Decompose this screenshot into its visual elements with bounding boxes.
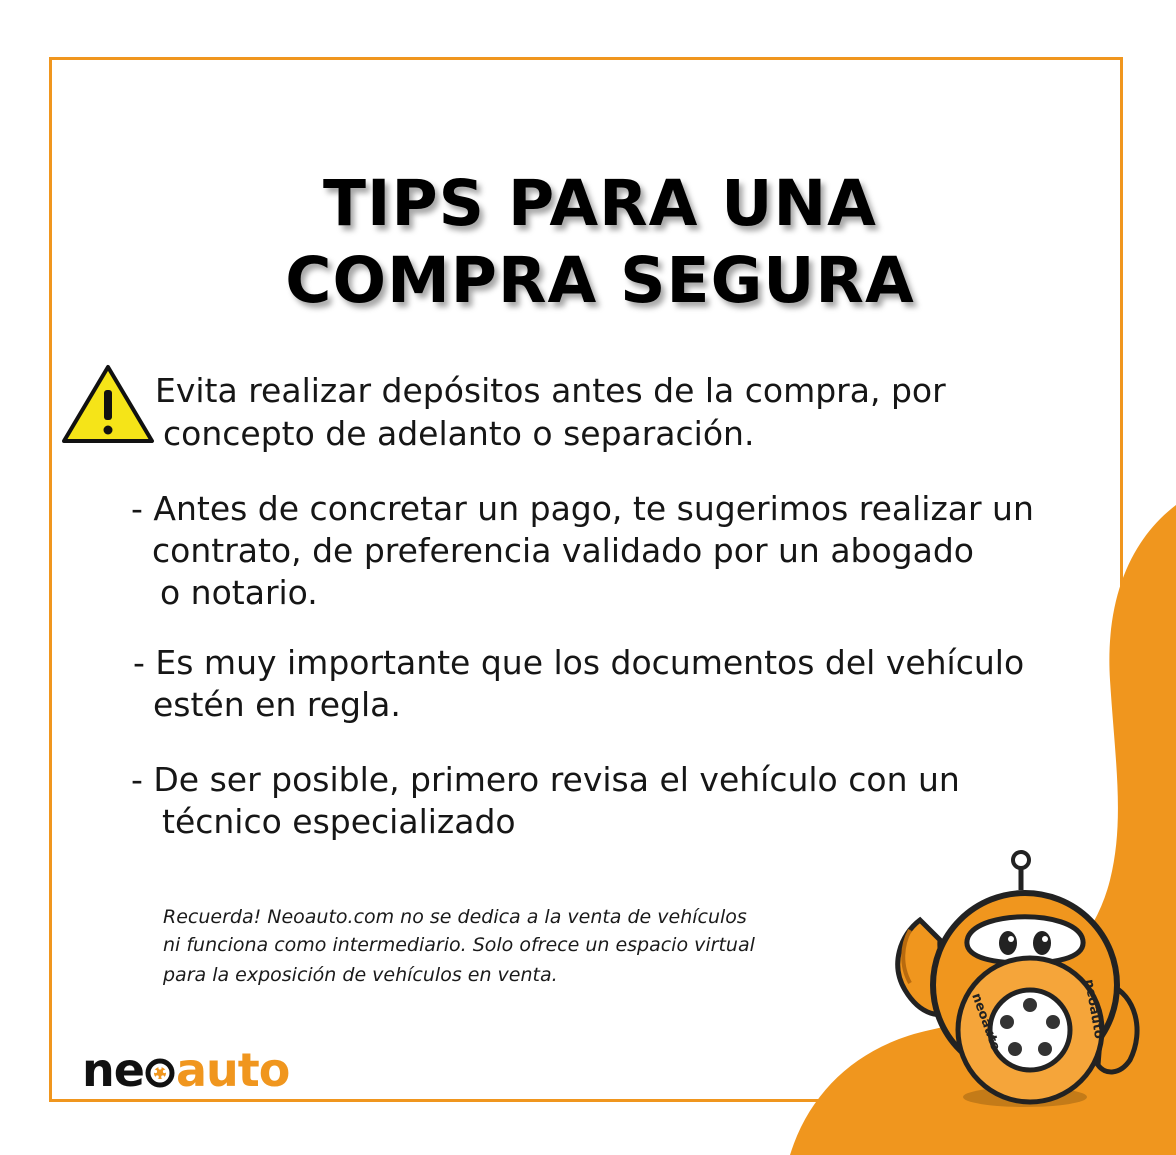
robot-mascot: neoauto neoauto <box>895 850 1140 1107</box>
tip-3-line2: estén en regla. <box>153 685 401 724</box>
disclaimer-line2: ni funciona como intermediario. Solo ofr… <box>163 934 755 956</box>
tip-2-line2: contrato, de preferencia validado por un… <box>152 531 974 570</box>
disclaimer-line3: para la exposición de vehículos en venta… <box>163 964 558 986</box>
neoauto-logo: ne auto <box>82 1040 290 1100</box>
page-title-line2: COMPRA SEGURA <box>285 244 915 317</box>
warning-triangle-icon <box>62 365 154 443</box>
tip-1-line1: Evita realizar depósitos antes de la com… <box>155 371 946 410</box>
tip-4-line2: técnico especializado <box>162 802 516 841</box>
tip-2-line1: - Antes de concretar un pago, te sugerim… <box>131 489 1034 528</box>
disclaimer-line1: Recuerda! Neoauto.com no se dedica a la … <box>163 906 747 928</box>
page-title-line1: TIPS PARA UNA <box>323 167 877 240</box>
tip-3-line1: - Es muy importante que los documentos d… <box>133 643 1025 682</box>
logo-neo-text: ne <box>82 1043 145 1097</box>
tip-2-line3: o notario. <box>160 573 318 612</box>
wheel-icon <box>145 1058 175 1088</box>
logo-auto-text: auto <box>175 1043 290 1097</box>
tip-1-line2: concepto de adelanto o separación. <box>163 414 755 453</box>
tip-4-line1: - De ser posible, primero revisa el vehí… <box>131 760 960 799</box>
